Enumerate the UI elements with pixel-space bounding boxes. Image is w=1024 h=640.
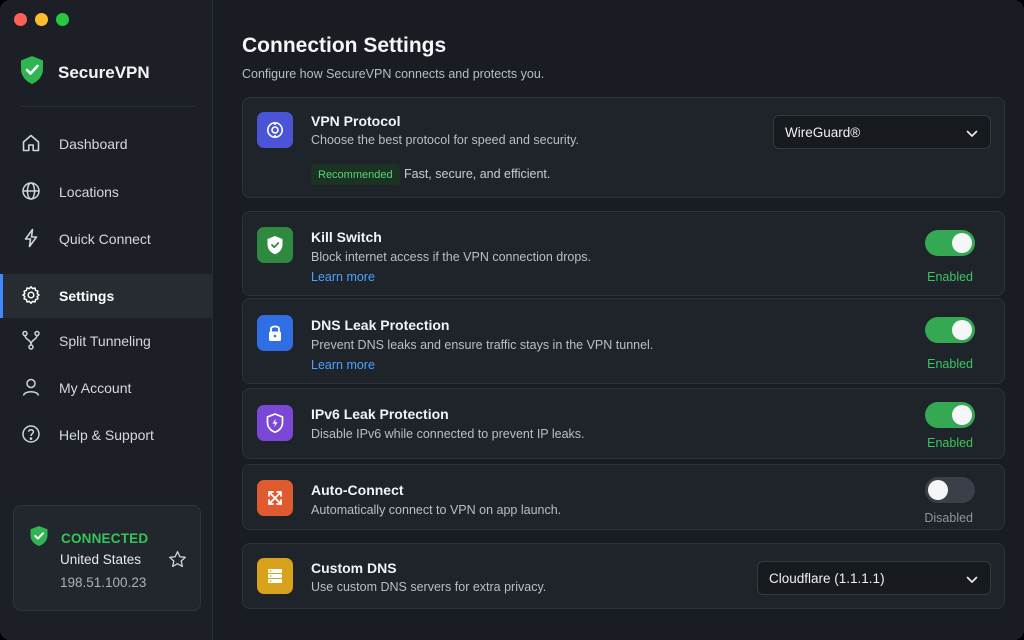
shield-icon	[257, 227, 293, 263]
app-window: SecureVPN Dashboard Locations Quick Conn…	[0, 0, 1024, 640]
star-icon[interactable]	[168, 550, 187, 574]
sidebar-item-split-tunneling[interactable]: Split Tunneling	[0, 319, 213, 363]
sidebar-item-label: My Account	[59, 380, 132, 396]
setting-description: Prevent DNS leaks and ensure traffic sta…	[311, 338, 654, 352]
setting-card-custom-dns: Custom DNS Use custom DNS servers for ex…	[242, 543, 1005, 609]
protocol-note: Fast, secure, and efficient.	[404, 167, 551, 181]
help-circle-icon	[21, 424, 41, 447]
app-name: SecureVPN	[58, 62, 150, 82]
shield-check-icon	[19, 55, 45, 90]
auto-connect-toggle[interactable]	[925, 477, 975, 503]
setting-title: Custom DNS	[311, 560, 397, 576]
arrows-icon	[257, 480, 293, 516]
sidebar-item-label: Quick Connect	[59, 231, 151, 247]
lock-icon	[257, 315, 293, 351]
home-icon	[21, 133, 41, 156]
chevron-down-icon	[966, 127, 978, 142]
server-icon	[257, 558, 293, 594]
sidebar-item-quick-connect[interactable]: Quick Connect	[0, 217, 213, 261]
toggle-knob	[952, 233, 972, 253]
setting-description: Use custom DNS servers for extra privacy…	[311, 580, 547, 594]
toggle-state-label: Enabled	[927, 357, 973, 371]
window-controls	[14, 13, 69, 26]
page-subtitle: Configure how SecureVPN connects and pro…	[242, 67, 545, 81]
kill-switch-toggle[interactable]	[925, 230, 975, 256]
user-icon	[21, 377, 41, 400]
setting-title: Auto-Connect	[311, 482, 404, 498]
toggle-knob	[928, 480, 948, 500]
setting-title: Kill Switch	[311, 229, 382, 245]
setting-title: IPv6 Leak Protection	[311, 406, 449, 422]
sidebar-item-label: Split Tunneling	[59, 333, 151, 349]
sidebar-item-label: Help & Support	[59, 427, 154, 443]
chevron-down-icon	[966, 573, 978, 588]
sidebar-item-help-support[interactable]: Help & Support	[0, 413, 213, 457]
lightning-icon	[21, 228, 41, 251]
sidebar-item-my-account[interactable]: My Account	[0, 366, 213, 410]
setting-description: Choose the best protocol for speed and s…	[311, 133, 579, 147]
connection-status-card: CONNECTED United States 198.51.100.23	[13, 505, 201, 611]
select-value: Cloudflare (1.1.1.1)	[769, 570, 885, 586]
shield-check-icon	[29, 525, 49, 552]
fork-icon	[21, 330, 41, 353]
sidebar: SecureVPN Dashboard Locations Quick Conn…	[0, 0, 213, 640]
divider	[20, 106, 196, 107]
setting-description: Automatically connect to VPN on app laun…	[311, 503, 562, 517]
protocol-select[interactable]: WireGuard®	[773, 115, 991, 149]
status-country: United States	[60, 552, 142, 567]
recommended-badge: Recommended	[311, 164, 400, 185]
select-value: WireGuard®	[785, 124, 861, 140]
status-badge: CONNECTED	[61, 531, 149, 546]
sidebar-item-label: Locations	[59, 184, 119, 200]
toggle-state-label: Enabled	[927, 270, 973, 284]
maximize-window-button[interactable]	[56, 13, 69, 26]
sidebar-item-label: Dashboard	[59, 136, 128, 152]
setting-description: Disable IPv6 while connected to prevent …	[311, 427, 585, 441]
globe-icon	[21, 181, 41, 204]
learn-more-link[interactable]: Learn more	[311, 270, 375, 284]
toggle-knob	[952, 405, 972, 425]
setting-title: VPN Protocol	[311, 113, 401, 129]
learn-more-link[interactable]: Learn more	[311, 358, 375, 372]
ipv6-leak-toggle[interactable]	[925, 402, 975, 428]
sidebar-item-label: Settings	[59, 288, 115, 304]
toggle-state-label: Disabled	[924, 511, 973, 525]
main-content: Connection Settings Configure how Secure…	[214, 0, 1024, 640]
sidebar-item-locations[interactable]: Locations	[0, 170, 213, 214]
setting-card-vpn-protocol: VPN Protocol Choose the best protocol fo…	[242, 97, 1005, 198]
custom-dns-select[interactable]: Cloudflare (1.1.1.1)	[757, 561, 991, 595]
close-window-button[interactable]	[14, 13, 27, 26]
setting-card-ipv6-leak-protection: IPv6 Leak Protection Disable IPv6 while …	[242, 388, 1005, 459]
setting-description: Block internet access if the VPN connect…	[311, 250, 592, 264]
minimize-window-button[interactable]	[35, 13, 48, 26]
toggle-state-label: Enabled	[927, 436, 973, 450]
shield-icon	[257, 405, 293, 441]
setting-card-dns-leak-protection: DNS Leak Protection Prevent DNS leaks an…	[242, 298, 1005, 384]
page-title: Connection Settings	[242, 34, 447, 57]
protocol-icon	[257, 112, 293, 148]
toggle-knob	[952, 320, 972, 340]
status-ip-address: 198.51.100.23	[60, 575, 147, 590]
brand: SecureVPN	[19, 55, 150, 90]
sidebar-item-settings[interactable]: Settings	[0, 274, 213, 318]
setting-title: DNS Leak Protection	[311, 317, 450, 333]
setting-card-auto-connect: Auto-Connect Automatically connect to VP…	[242, 464, 1005, 530]
gear-icon	[21, 285, 41, 308]
setting-card-kill-switch: Kill Switch Block internet access if the…	[242, 211, 1005, 296]
dns-leak-toggle[interactable]	[925, 317, 975, 343]
sidebar-item-dashboard[interactable]: Dashboard	[0, 122, 213, 166]
